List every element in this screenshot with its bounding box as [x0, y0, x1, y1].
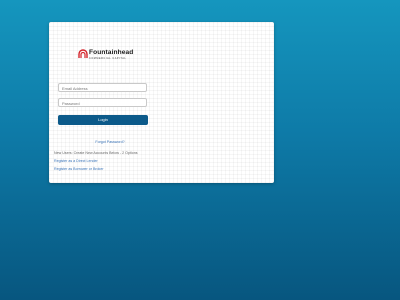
email-field[interactable]: Email Address: [58, 83, 147, 92]
forgot-password-link[interactable]: Forgot Password?: [49, 140, 171, 144]
page-background: { "brand": { "name": "Fountainhead", "ta…: [0, 0, 400, 300]
login-card: Fountainhead COMMERCIAL CAPITAL Email Ad…: [49, 22, 274, 183]
register-lender-link[interactable]: Register as a Direct Lender: [54, 159, 98, 163]
brand-tagline: COMMERCIAL CAPITAL: [89, 56, 127, 60]
arch-logo-icon: [78, 49, 88, 58]
register-borrower-link[interactable]: Register as Borrower or Broker: [54, 167, 104, 171]
brand-logo: Fountainhead COMMERCIAL CAPITAL: [78, 49, 134, 61]
login-button[interactable]: Login: [58, 115, 148, 125]
password-field[interactable]: Password: [58, 98, 147, 107]
new-user-notice: New Users: Create New Accounts Below - 2…: [54, 151, 138, 155]
